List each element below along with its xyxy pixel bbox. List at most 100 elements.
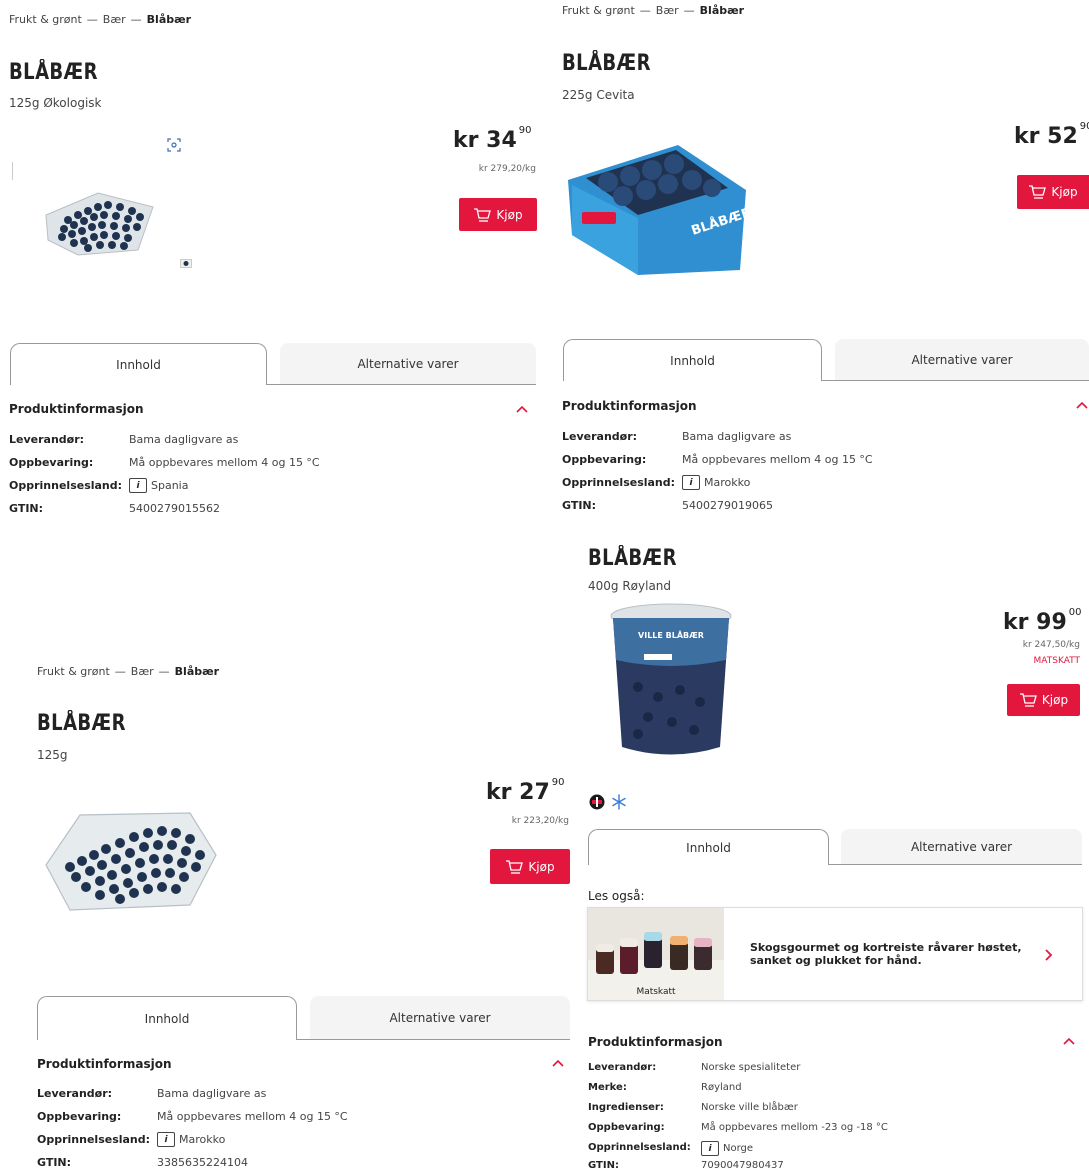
info-value: Marokko xyxy=(704,476,751,489)
info-row: Opprinnelsesland: i Marokko xyxy=(562,475,750,490)
buy-button[interactable]: Kjøp xyxy=(490,849,570,884)
price: kr 99 00 xyxy=(1003,607,1082,635)
info-icon[interactable]: i xyxy=(701,1141,719,1156)
breadcrumb-item[interactable]: Bær xyxy=(103,13,126,26)
cart-icon xyxy=(1029,185,1047,199)
info-value: Må oppbevares mellom 4 og 15 °C xyxy=(129,456,320,469)
info-key: Opprinnelsesland: xyxy=(588,1142,691,1153)
product-subtitle: 400g Røyland xyxy=(588,579,672,593)
info-value: Marokko xyxy=(179,1133,226,1146)
info-value: Norske spesialiteter xyxy=(701,1062,801,1073)
info-key: Merke: xyxy=(588,1082,627,1093)
price-main: kr 52 xyxy=(1014,124,1078,149)
chevron-up-icon[interactable] xyxy=(1062,1036,1076,1046)
info-icon[interactable]: i xyxy=(157,1132,175,1147)
breadcrumb-item[interactable]: Frukt & grønt xyxy=(37,665,110,678)
tab-label: Alternative varer xyxy=(389,1011,491,1025)
tab-label: Alternative varer xyxy=(357,357,459,371)
price-main: kr 34 xyxy=(453,128,517,153)
buy-button[interactable]: Kjøp xyxy=(1017,175,1089,209)
product-image xyxy=(45,812,217,911)
info-key: Oppbevaring: xyxy=(9,456,94,469)
info-value: Bama dagligvare as xyxy=(682,430,792,443)
section-title: Produktinformasjon xyxy=(37,1057,172,1071)
chevron-up-icon[interactable] xyxy=(1075,400,1089,410)
tab-alternative-varer[interactable]: Alternative varer xyxy=(841,829,1082,865)
breadcrumb-item[interactable]: Bær xyxy=(131,665,154,678)
matskatt-logo-icon xyxy=(589,794,605,810)
breadcrumb-current: Blåbær xyxy=(699,4,745,17)
info-key: Opprinnelsesland: xyxy=(37,1133,151,1146)
tab-label: Innhold xyxy=(116,357,161,372)
info-row: Leverandør: Bama dagligvare as xyxy=(562,430,791,443)
thumbnail-image[interactable] xyxy=(180,259,192,268)
info-key: Oppbevaring: xyxy=(37,1110,122,1123)
tab-innhold[interactable]: Innhold xyxy=(10,343,267,385)
product-subtitle: 225g Cevita xyxy=(562,88,635,102)
cart-icon xyxy=(1019,693,1037,707)
price-cents: 00 xyxy=(1068,607,1082,618)
section-title: Produktinformasjon xyxy=(562,399,697,413)
unit-price: kr 247,50/kg xyxy=(1022,640,1080,650)
breadcrumb-item[interactable]: Bær xyxy=(656,4,679,17)
info-key: GTIN: xyxy=(9,502,44,515)
info-row: Oppbevaring: Må oppbevares mellom -23 og … xyxy=(588,1122,888,1133)
chevron-up-icon[interactable] xyxy=(515,404,529,414)
price-cents: 90 xyxy=(551,777,565,788)
tab-underline xyxy=(822,380,1089,381)
product-title: BLÅBÆR xyxy=(9,60,98,85)
product-title: BLÅBÆR xyxy=(37,711,126,736)
info-value: 7090047980437 xyxy=(701,1160,784,1171)
tab-innhold[interactable]: Innhold xyxy=(37,996,297,1040)
breadcrumb-item[interactable]: Frukt & grønt xyxy=(9,13,82,26)
info-row: Merke: Røyland xyxy=(588,1082,742,1093)
info-value: Spania xyxy=(151,479,189,492)
info-key: Leverandør: xyxy=(9,433,85,446)
chevron-up-icon[interactable] xyxy=(551,1058,565,1068)
article-card[interactable]: Matskatt Skogsgourmet og kortreiste råva… xyxy=(587,907,1083,1001)
info-row: GTIN: 7090047980437 xyxy=(588,1160,784,1171)
info-icon[interactable]: i xyxy=(129,478,147,493)
price: kr 34 90 xyxy=(453,125,532,153)
tab-innhold[interactable]: Innhold xyxy=(588,829,829,865)
tab-underline xyxy=(829,864,1082,865)
buy-button[interactable]: Kjøp xyxy=(1007,684,1080,716)
info-row: Ingredienser: Norske ville blåbær xyxy=(588,1102,798,1113)
tab-alternative-varer[interactable]: Alternative varer xyxy=(310,996,570,1040)
buy-label: Kjøp xyxy=(1041,693,1069,707)
tab-alternative-varer[interactable]: Alternative varer xyxy=(280,343,536,385)
product-title: BLÅBÆR xyxy=(562,51,651,76)
info-key: Ingredienser: xyxy=(588,1102,664,1113)
info-row: GTIN: 3385635224104 xyxy=(37,1156,248,1169)
breadcrumb: Frukt & grønt — Bær — Blåbær xyxy=(37,665,220,678)
snowflake-icon xyxy=(612,794,626,810)
product-image: VILLE BLÅBÆR xyxy=(610,603,732,755)
info-row: Leverandør: Bama dagligvare as xyxy=(9,433,238,446)
tab-underline xyxy=(297,1039,570,1040)
price-main: kr 27 xyxy=(486,780,550,805)
info-icon[interactable]: i xyxy=(682,475,700,490)
section-title: Produktinformasjon xyxy=(9,402,144,416)
price: kr 27 90 xyxy=(486,777,565,805)
product-subtitle: 125g Økologisk xyxy=(9,96,102,110)
info-key: GTIN: xyxy=(562,499,597,512)
info-key: Leverandør: xyxy=(37,1087,113,1100)
tab-label: Innhold xyxy=(144,1011,190,1026)
chevron-right-icon[interactable] xyxy=(1044,948,1054,962)
cart-icon xyxy=(474,207,492,222)
info-row: Opprinnelsesland: i Norge xyxy=(588,1141,753,1156)
info-value: 5400279015562 xyxy=(129,502,220,515)
tab-innhold[interactable]: Innhold xyxy=(563,339,822,381)
tab-alternative-varer[interactable]: Alternative varer xyxy=(835,339,1089,381)
info-row: Oppbevaring: Må oppbevares mellom 4 og 15… xyxy=(37,1110,348,1123)
info-row: Leverandør: Bama dagligvare as xyxy=(37,1087,266,1100)
price-main: kr 99 xyxy=(1003,610,1067,635)
zoom-icon[interactable] xyxy=(167,138,181,152)
buy-button[interactable]: Kjøp xyxy=(459,198,537,231)
section-title: Produktinformasjon xyxy=(588,1035,723,1049)
breadcrumb-current: Blåbær xyxy=(174,665,220,678)
product-title: BLÅBÆR xyxy=(588,546,677,571)
info-value: Må oppbevares mellom -23 og -18 °C xyxy=(701,1122,888,1133)
info-row: GTIN: 5400279019065 xyxy=(562,499,773,512)
breadcrumb-item[interactable]: Frukt & grønt xyxy=(562,4,635,17)
